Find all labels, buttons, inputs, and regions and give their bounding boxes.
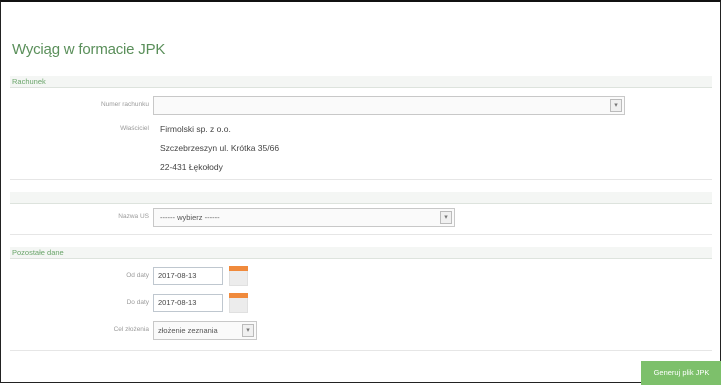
generate-jpk-button[interactable]: Generuj plik JPK xyxy=(641,361,721,385)
divider xyxy=(10,350,712,351)
chevron-down-icon[interactable]: ▾ xyxy=(242,324,254,337)
calendar-icon[interactable] xyxy=(229,266,248,286)
chevron-down-icon[interactable]: ▾ xyxy=(610,99,622,112)
page-title: Wyciąg w formacie JPK xyxy=(12,41,166,58)
owner-street: Szczebrzeszyn ul. Krótka 35/66 xyxy=(160,143,280,153)
owner-name: Firmolski sp. z o.o. xyxy=(160,124,231,134)
tax-office-label: Nazwa US xyxy=(118,213,149,220)
account-number-select[interactable]: ▾ xyxy=(153,96,625,115)
purpose-value: złożenie zeznania xyxy=(158,326,218,335)
divider xyxy=(10,179,712,180)
tax-office-value: ------ wybierz ------ xyxy=(160,213,220,222)
calendar-icon[interactable] xyxy=(229,293,248,313)
account-number-label: Numer rachunku xyxy=(100,101,149,108)
purpose-label: Cel złożenia xyxy=(113,326,149,333)
owner-city: 22-431 Łękołody xyxy=(160,162,223,172)
section-tax-office-header xyxy=(10,192,712,204)
section-account-header: Rachunek xyxy=(10,76,712,88)
date-to-label: Do daty xyxy=(126,299,149,306)
date-from-input[interactable]: 2017-08-13 xyxy=(153,267,223,285)
chevron-down-icon[interactable]: ▾ xyxy=(440,211,452,224)
date-to-input[interactable]: 2017-08-13 xyxy=(153,294,223,312)
tax-office-select[interactable]: ------ wybierz ------ ▾ xyxy=(153,208,455,227)
section-other-header: Pozostałe dane xyxy=(10,247,712,259)
owner-label: Właściciel xyxy=(120,125,149,132)
divider xyxy=(10,234,712,235)
purpose-select[interactable]: złożenie zeznania ▾ xyxy=(153,321,257,340)
date-from-label: Od daty xyxy=(126,272,149,279)
window-frame: Wyciąg w formacie JPK Rachunek Numer rac… xyxy=(0,0,721,385)
